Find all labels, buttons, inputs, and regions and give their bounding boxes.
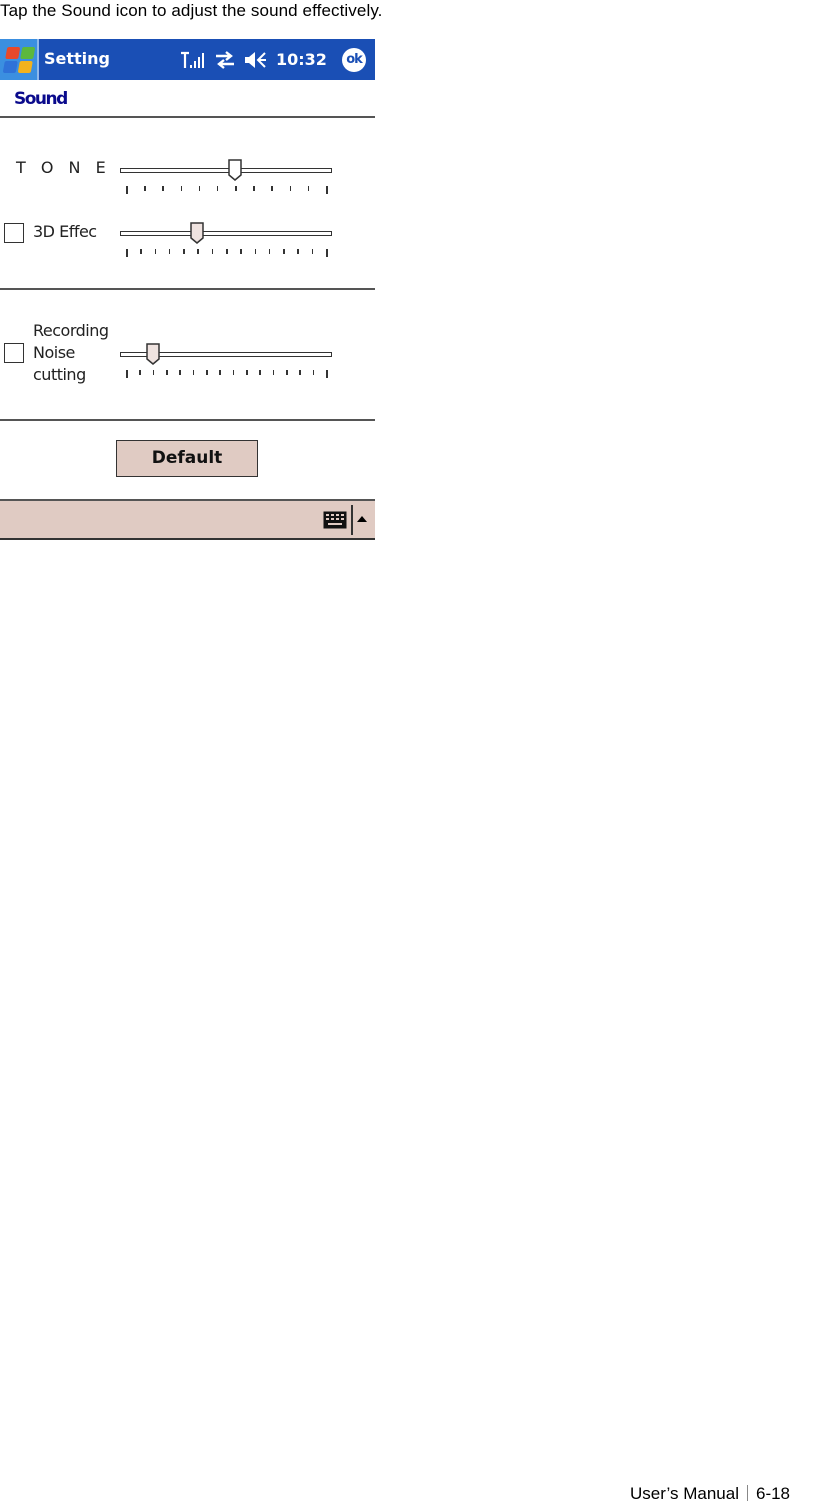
slider-tick bbox=[232, 370, 235, 375]
speaker-volume-icon[interactable] bbox=[243, 39, 269, 80]
slider-tick bbox=[216, 186, 219, 191]
slider-tick bbox=[311, 249, 314, 254]
slider-tick bbox=[219, 370, 221, 375]
page-footer: User’s Manual 6-18 bbox=[630, 1484, 790, 1504]
slider-tick bbox=[253, 186, 255, 191]
slider-tick bbox=[326, 186, 328, 194]
label-line: Recording bbox=[33, 321, 109, 340]
slider-tick bbox=[126, 249, 128, 257]
title-bar: Setting 10:32 ok bbox=[0, 39, 375, 80]
slider-tick bbox=[326, 370, 328, 378]
slider-tick bbox=[192, 370, 195, 375]
slider-tick bbox=[152, 370, 155, 375]
slider-ticks bbox=[126, 186, 328, 194]
slider-tick bbox=[272, 370, 275, 375]
slider-tick bbox=[307, 186, 310, 191]
3d-effect-label: 3D Effec bbox=[33, 222, 97, 241]
slider-tick bbox=[226, 249, 228, 254]
keyboard-icon[interactable] bbox=[323, 511, 347, 529]
footer-divider bbox=[746, 1485, 748, 1501]
slider-tick bbox=[183, 249, 185, 254]
slider-tick bbox=[144, 186, 146, 191]
slider-tick bbox=[140, 249, 142, 254]
slider-tick bbox=[286, 370, 288, 375]
clock[interactable]: 10:32 bbox=[276, 39, 327, 80]
recording-noise-checkbox[interactable] bbox=[4, 343, 24, 363]
recording-noise-slider[interactable] bbox=[120, 343, 332, 378]
slider-tick bbox=[166, 370, 168, 375]
ok-button[interactable]: ok bbox=[342, 48, 366, 72]
default-button[interactable]: Default bbox=[116, 440, 258, 477]
slider-tick bbox=[179, 370, 181, 375]
divider bbox=[0, 288, 375, 290]
page-title: Sound bbox=[14, 89, 68, 109]
manual-label: User’s Manual bbox=[630, 1484, 739, 1503]
slider-tick bbox=[240, 249, 242, 254]
slider-tick bbox=[198, 186, 201, 191]
label-line: Noise bbox=[33, 343, 75, 362]
separator bbox=[351, 505, 353, 535]
slider-track[interactable] bbox=[120, 231, 332, 236]
app-title: Setting bbox=[44, 49, 110, 68]
start-button[interactable] bbox=[0, 39, 39, 80]
slider-tick bbox=[126, 186, 128, 194]
slider-tick bbox=[126, 370, 128, 378]
arrow-up-icon[interactable] bbox=[357, 516, 367, 522]
slider-thumb[interactable] bbox=[228, 159, 242, 181]
page-number: 6-18 bbox=[755, 1484, 791, 1503]
slider-tick bbox=[289, 186, 292, 191]
menu-bar bbox=[0, 499, 375, 540]
3d-effect-slider[interactable] bbox=[120, 222, 332, 257]
slider-tick bbox=[299, 370, 301, 375]
slider-tick bbox=[211, 249, 214, 254]
slider-tick bbox=[206, 370, 208, 375]
slider-tick bbox=[259, 370, 261, 375]
slider-tick bbox=[168, 249, 171, 254]
slider-tick bbox=[246, 370, 248, 375]
slider-tick bbox=[268, 249, 271, 254]
slider-ticks bbox=[126, 370, 328, 378]
divider bbox=[0, 419, 375, 421]
slider-tick bbox=[162, 186, 164, 191]
slider-tick bbox=[197, 249, 199, 254]
slider-tick bbox=[283, 249, 285, 254]
slider-thumb[interactable] bbox=[190, 222, 205, 244]
slider-tick bbox=[235, 186, 237, 191]
slider-tick bbox=[312, 370, 315, 375]
signal-strength-icon[interactable] bbox=[180, 39, 206, 80]
slider-tick bbox=[180, 186, 183, 191]
slider-ticks bbox=[126, 249, 328, 257]
recording-noise-label: Recording Noise cutting bbox=[33, 320, 109, 386]
slider-tick bbox=[271, 186, 273, 191]
slider-tick bbox=[139, 370, 141, 375]
slider-tick bbox=[154, 249, 157, 254]
slider-tick bbox=[297, 249, 299, 254]
slider-tick bbox=[326, 249, 328, 257]
slider-thumb[interactable] bbox=[145, 343, 160, 365]
label-line: cutting bbox=[33, 365, 86, 384]
tone-label: T O N E bbox=[16, 158, 111, 177]
windows-flag-icon bbox=[2, 46, 37, 74]
divider bbox=[0, 116, 375, 118]
pocketpc-screen: Setting 10:32 ok Sound T O N E 3D Effec … bbox=[0, 39, 375, 540]
slider-tick bbox=[254, 249, 257, 254]
slider-track[interactable] bbox=[120, 168, 332, 173]
sync-arrows-icon[interactable] bbox=[214, 39, 236, 80]
tone-slider[interactable] bbox=[120, 159, 332, 194]
caption-text: Tap the Sound icon to adjust the sound e… bbox=[0, 1, 383, 20]
3d-effect-checkbox[interactable] bbox=[4, 223, 24, 243]
